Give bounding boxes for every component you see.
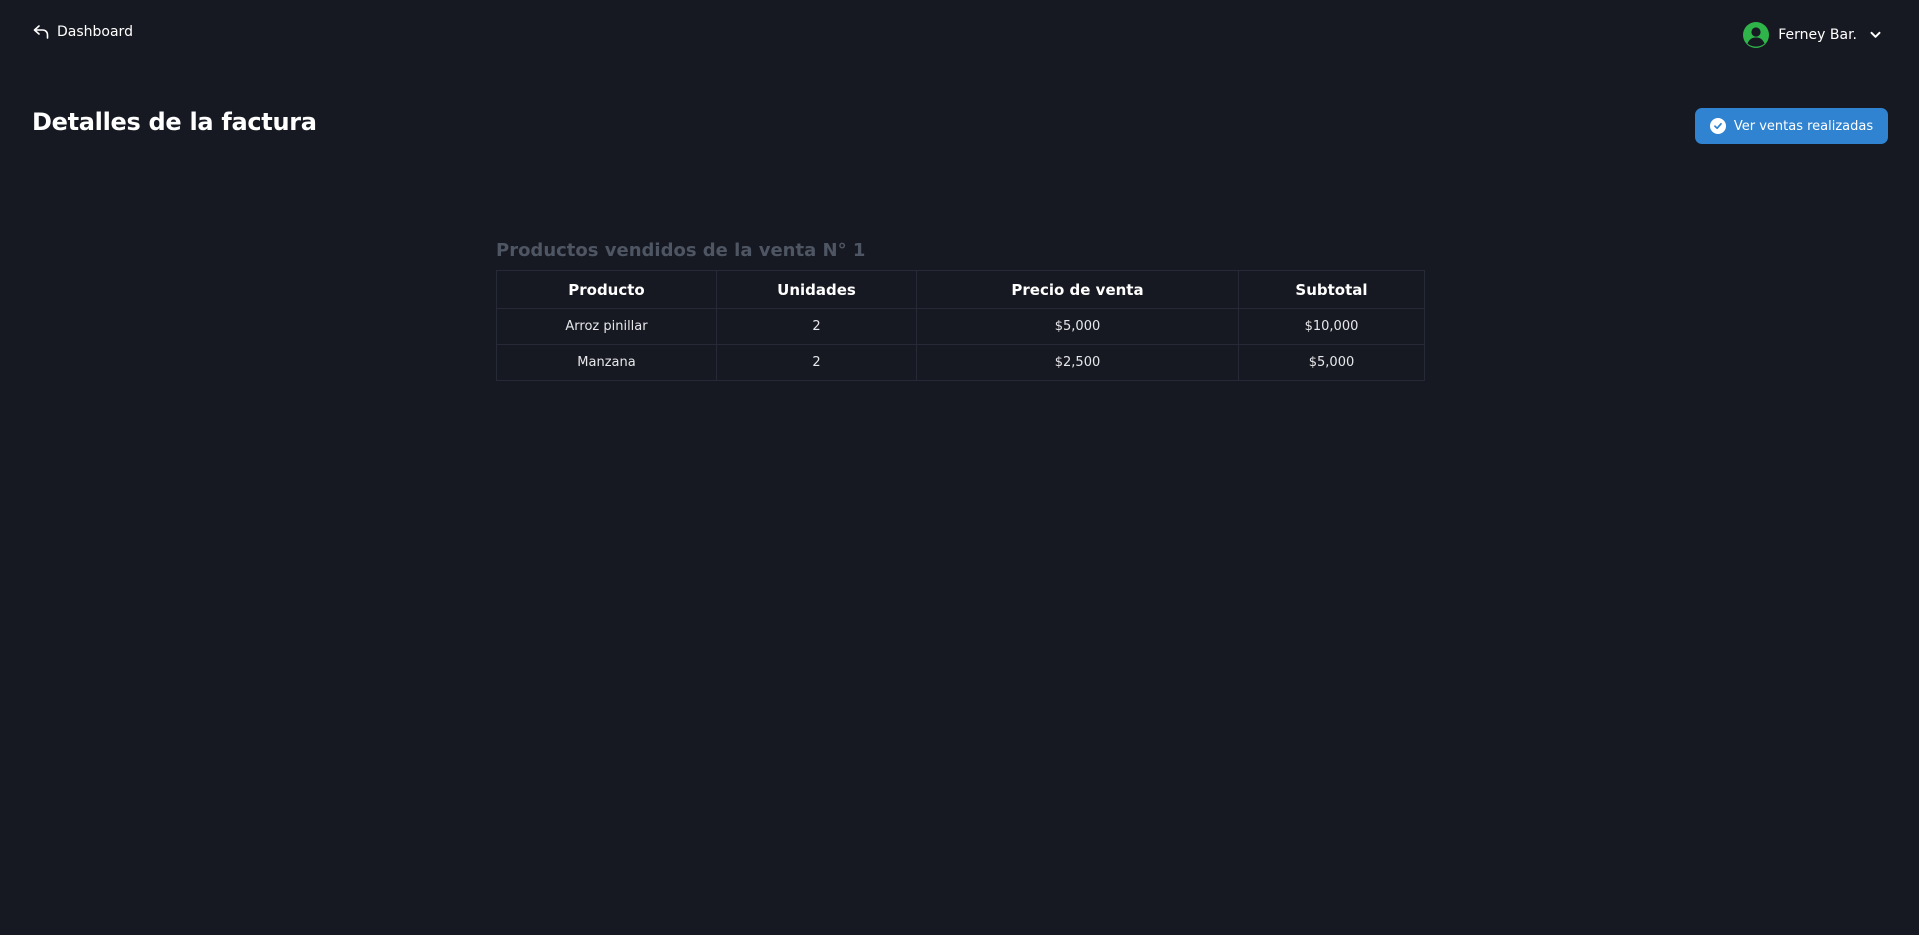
user-name: Ferney Bar. bbox=[1778, 27, 1857, 43]
table-row: Manzana 2 $2,500 $5,000 bbox=[496, 344, 1425, 381]
view-sales-label: Ver ventas realizadas bbox=[1733, 118, 1874, 134]
user-menu[interactable]: Ferney Bar. bbox=[1743, 22, 1881, 48]
check-circle-icon bbox=[1709, 118, 1726, 134]
arrow-back-icon bbox=[33, 25, 49, 39]
table-header-row: Producto Unidades Precio de venta Subtot… bbox=[496, 270, 1425, 309]
column-header-subtotal: Subtotal bbox=[1238, 270, 1425, 309]
section-title: Productos vendidos de la venta N° 1 bbox=[496, 240, 866, 261]
user-circle-icon bbox=[1743, 22, 1770, 48]
page-title: Detalles de la factura bbox=[32, 108, 317, 136]
units-cell: 2 bbox=[716, 308, 917, 345]
product-name-cell: Manzana bbox=[496, 344, 717, 381]
table-row: Arroz pinillar 2 $5,000 $10,000 bbox=[496, 308, 1425, 345]
dashboard-back-label: Dashboard bbox=[57, 24, 133, 40]
chevron-down-icon[interactable] bbox=[1870, 27, 1881, 43]
subtotal-cell: $10,000 bbox=[1238, 308, 1425, 345]
units-cell: 2 bbox=[716, 344, 917, 381]
price-cell: $2,500 bbox=[916, 344, 1239, 381]
products-table: Producto Unidades Precio de venta Subtot… bbox=[496, 270, 1425, 381]
product-name-cell: Arroz pinillar bbox=[496, 308, 717, 345]
invoice-details-page: Dashboard Ferney Bar. Detalles de la fac… bbox=[0, 0, 1919, 935]
column-header-producto: Producto bbox=[496, 270, 717, 309]
subtotal-cell: $5,000 bbox=[1238, 344, 1425, 381]
column-header-precio: Precio de venta bbox=[916, 270, 1239, 309]
price-cell: $5,000 bbox=[916, 308, 1239, 345]
dashboard-back-link[interactable]: Dashboard bbox=[33, 24, 133, 40]
column-header-unidades: Unidades bbox=[716, 270, 917, 309]
view-sales-button[interactable]: Ver ventas realizadas bbox=[1695, 108, 1888, 144]
